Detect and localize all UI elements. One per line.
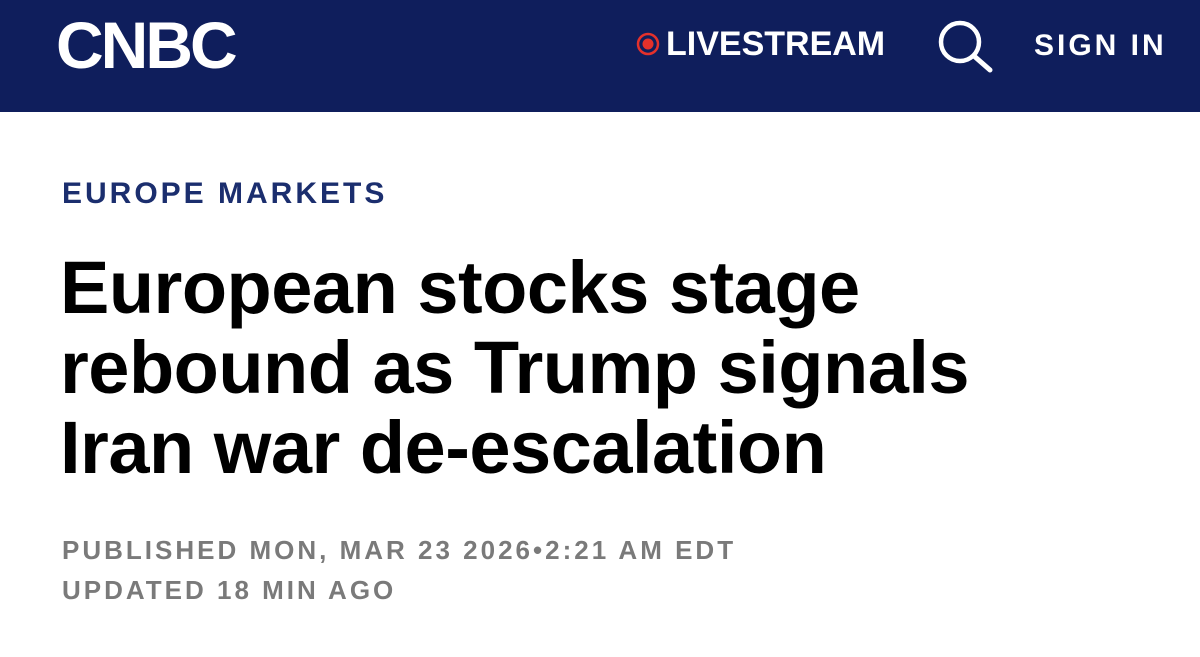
headline-line: European stocks stage <box>60 246 860 329</box>
site-header: CNBC LIVESTREAM SIGN IN <box>0 0 1200 112</box>
livestream-label: LIVESTREAM <box>666 25 886 63</box>
updated-ago: 18 MIN AGO <box>216 575 397 605</box>
meta-separator: • <box>533 535 546 565</box>
updated-label: UPDATED <box>62 575 207 605</box>
published-timestamp: PUBLISHED MON, MAR 23 2026•2:21 AM EDT <box>62 534 736 566</box>
published-label: PUBLISHED <box>62 535 240 565</box>
live-record-dot-icon <box>636 32 660 56</box>
updated-timestamp: UPDATED 18 MIN AGO <box>62 574 396 606</box>
published-date: MON, MAR 23 2026 <box>249 535 534 565</box>
sign-in-button[interactable]: SIGN IN <box>1034 26 1167 66</box>
livestream-button[interactable]: LIVESTREAM <box>636 22 885 66</box>
logo-text: CNBC <box>56 8 238 82</box>
headline-line: Iran war de-escalation <box>60 406 827 489</box>
published-time: 2:21 AM EDT <box>545 535 737 565</box>
search-button[interactable] <box>934 18 996 74</box>
headline-line: rebound as Trump signals <box>60 326 970 409</box>
category-link[interactable]: EUROPE MARKETS <box>62 176 387 212</box>
article-headline: European stocks stage rebound as Trump s… <box>60 248 1160 488</box>
search-icon <box>934 20 996 78</box>
cnbc-logo[interactable]: CNBC <box>56 12 238 78</box>
